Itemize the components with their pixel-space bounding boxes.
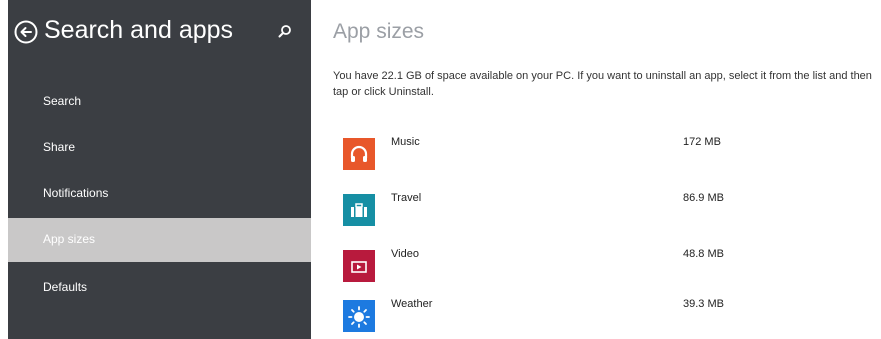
storage-description: You have 22.1 GB of space available on y… [333,70,872,98]
sidebar-item-share[interactable]: Share [8,126,311,170]
suitcase-icon [343,194,375,226]
sidebar-item-label: App sizes [43,232,96,246]
app-size: 172 MB [683,136,721,148]
sidebar-item-label: Defaults [43,280,88,294]
main-content: App sizes You have 22.1 GB of space avai… [333,0,881,339]
page-title: App sizes [333,20,425,43]
app-name: Music [391,136,420,148]
app-row-travel[interactable]: Travel 86.9 MB [333,186,773,228]
app-size: 86.9 MB [683,192,724,204]
app-name: Weather [391,298,433,310]
app-name: Video [391,248,419,260]
video-app-tile [343,250,375,282]
back-arrow-icon[interactable] [14,20,38,44]
app-size: 48.8 MB [683,248,724,260]
sun-icon [343,300,375,332]
search-icon[interactable] [278,24,292,38]
music-app-tile [343,138,375,170]
app-row-weather[interactable]: Weather 39.3 MB [333,292,773,334]
app-size: 39.3 MB [683,298,724,310]
sidebar-item-defaults[interactable]: Defaults [8,266,311,310]
sidebar-item-app-sizes[interactable]: App sizes [8,218,311,262]
sidebar-title: Search and apps [44,16,234,44]
video-icon [343,250,375,282]
sidebar-item-label: Search [43,94,82,108]
travel-app-tile [343,194,375,226]
app-name: Travel [391,192,422,204]
sidebar-item-label: Share [43,140,76,154]
sidebar-item-notifications[interactable]: Notifications [8,172,311,216]
sidebar-item-search[interactable]: Search [8,80,311,124]
app-row-video[interactable]: Video 48.8 MB [333,242,773,284]
sidebar-item-label: Notifications [43,186,109,200]
weather-app-tile [343,300,375,332]
settings-sidebar: Search and apps Search Share Notificatio… [8,0,311,339]
headphones-icon [343,138,375,170]
app-row-music[interactable]: Music 172 MB [333,130,773,172]
sidebar-header: Search and apps [8,14,311,54]
